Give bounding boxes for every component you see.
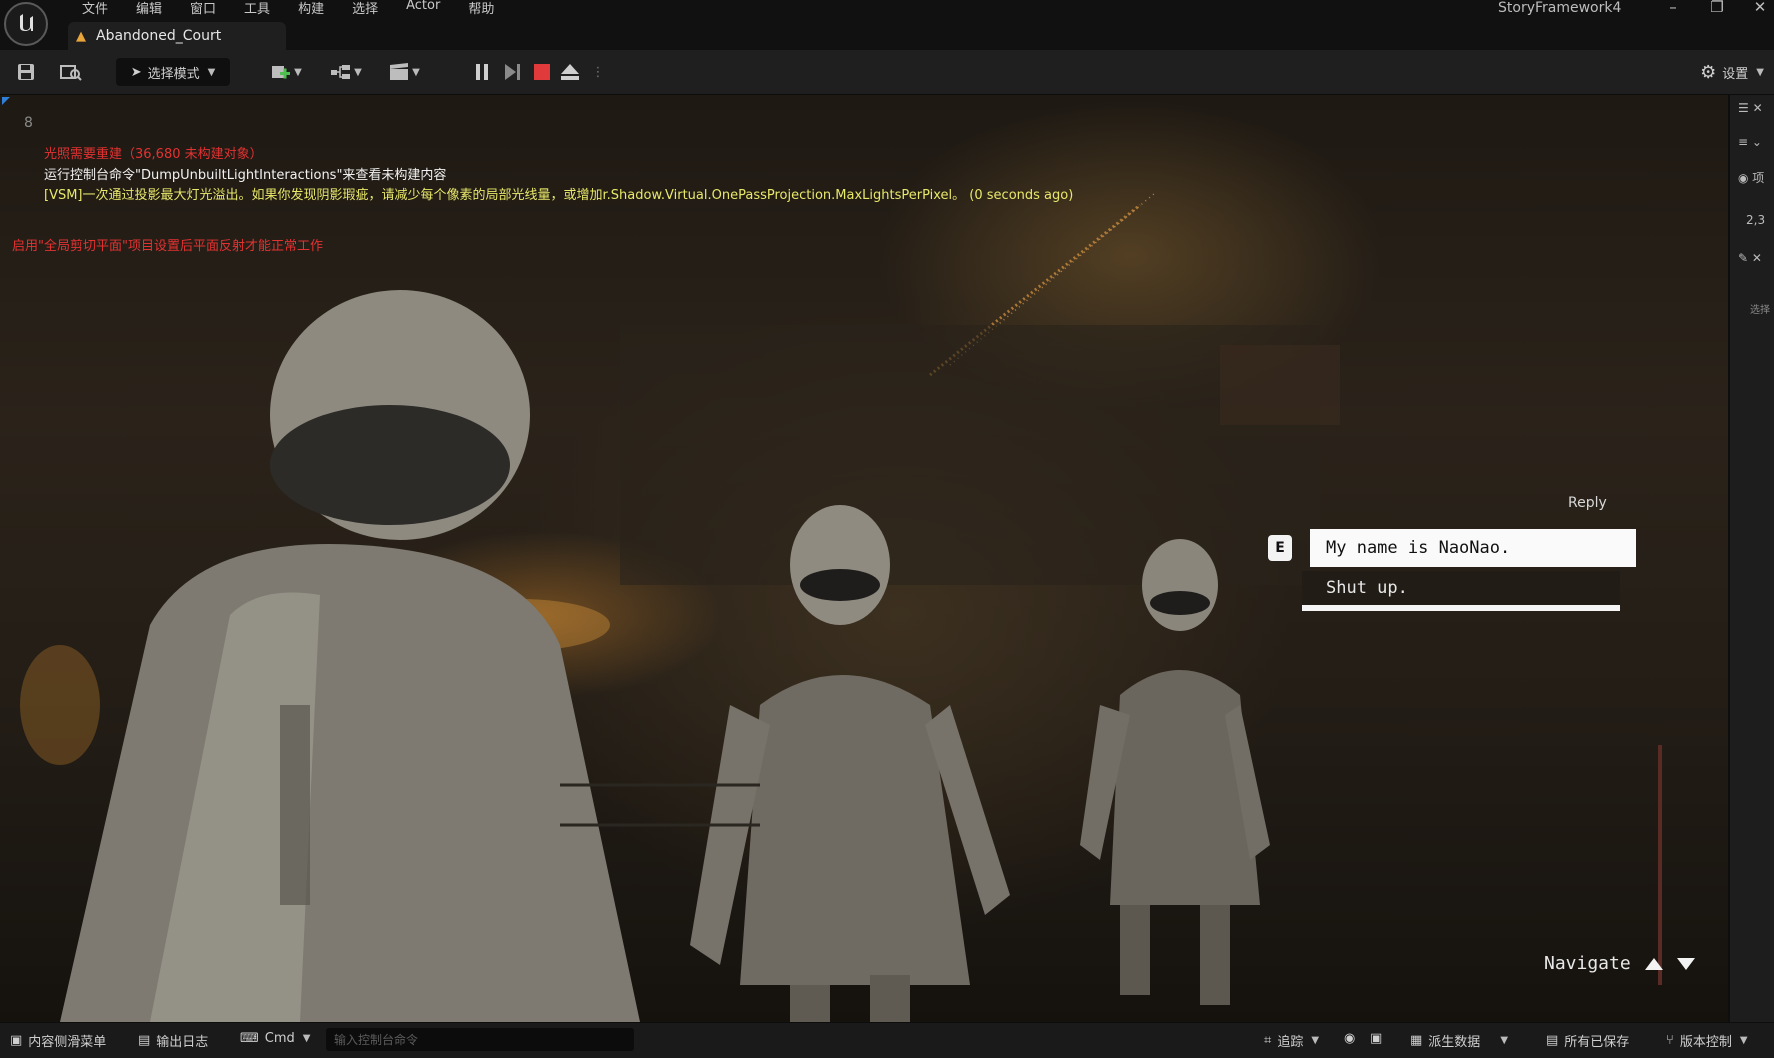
level-tab[interactable]: ▲ Abandoned_Court	[68, 22, 286, 50]
dialog-option[interactable]: Shut up.	[1302, 571, 1620, 611]
viewport-corner-marker	[2, 97, 10, 105]
pause-button[interactable]	[470, 58, 494, 86]
unreal-logo-icon[interactable]	[4, 2, 48, 46]
content-drawer-icon: ▣	[10, 1033, 23, 1048]
chevron-down-icon: ▼	[207, 66, 216, 78]
browse-icon[interactable]	[56, 58, 86, 86]
level-viewport[interactable]: 8 光照需要重建（36,680 未构建对象） 运行控制台命令"DumpUnbui…	[0, 95, 1728, 1022]
outliner-item-label: 项	[1752, 171, 1765, 185]
global-clip-plane-warning: 启用"全局剪切平面"项目设置后平面反射才能正常工作	[12, 239, 323, 254]
select-mode-dropdown[interactable]: ➤ 选择模式 ▼	[116, 58, 230, 86]
eject-button[interactable]	[558, 58, 582, 86]
project-name: StoryFramework4	[1498, 0, 1622, 16]
console-hint-message: 运行控制台命令"DumpUnbuiltLightInteractions"来查看…	[44, 168, 447, 183]
menu-select[interactable]: 选择	[338, 0, 392, 19]
chevron-down-icon: ▼	[354, 66, 362, 78]
add-actor-button[interactable]: ▼	[266, 58, 306, 86]
step-frame-button[interactable]	[500, 58, 524, 86]
data-icon: ▦	[1410, 1033, 1423, 1048]
chevron-down-icon: ▼	[1311, 1035, 1320, 1046]
menu-file[interactable]: 文件	[68, 0, 122, 19]
screenshot-icon[interactable]: ▣	[1370, 1031, 1382, 1046]
all-saved-label: 所有已保存	[1564, 1035, 1630, 1050]
save-icon[interactable]	[12, 58, 40, 86]
arrow-down-icon	[1676, 957, 1695, 970]
main-toolbar: ➤ 选择模式 ▼ ▼ ▼ ▼ ⋮ ⚙ 设置 ▼	[0, 50, 1774, 95]
menu-tools[interactable]: 工具	[230, 0, 284, 19]
trace-dropdown[interactable]: ⌗ 追踪 ▼	[1264, 1031, 1319, 1050]
arrow-up-icon	[1644, 957, 1663, 970]
chevron-down-icon: ▼	[1739, 1035, 1748, 1046]
menu-help[interactable]: 帮助	[454, 0, 508, 19]
more-options-icon[interactable]: ⋮	[590, 58, 606, 86]
chevron-down-icon: ▼	[1756, 66, 1764, 78]
console-command-input[interactable]: 输入控制台命令	[326, 1028, 634, 1051]
chevron-down-icon: ▼	[1500, 1035, 1509, 1046]
robot-figures-graphic	[20, 290, 1662, 1022]
cmd-label: Cmd	[264, 1031, 295, 1046]
chevron-down-icon: ▼	[412, 66, 420, 78]
log-icon: ▤	[138, 1033, 151, 1048]
frame-counter: 8	[24, 115, 33, 131]
level-tab-label: Abandoned_Court	[96, 28, 222, 44]
key-hint-badge: E	[1268, 535, 1292, 561]
level-icon: ▲	[76, 28, 86, 44]
menu-build[interactable]: 构建	[284, 0, 338, 19]
settings-label: 设置	[1722, 66, 1749, 82]
minimize-icon[interactable]: –	[1658, 0, 1688, 16]
branch-icon: ⑂	[1666, 1033, 1674, 1048]
menu-bar: 文件 编辑 窗口 工具 构建 选择 Actor 帮助	[68, 0, 508, 19]
dialog-option-selected[interactable]: My name is NaoNao.	[1310, 529, 1636, 567]
title-bar: 文件 编辑 窗口 工具 构建 选择 Actor 帮助 ▲ Abandoned_C…	[0, 0, 1774, 50]
blueprint-button[interactable]: ▼	[326, 58, 366, 86]
terminal-icon: ⌨	[240, 1031, 259, 1046]
chevron-down-icon: ▼	[302, 1033, 311, 1044]
menu-window[interactable]: 窗口	[176, 0, 230, 19]
trace-label: 追踪	[1277, 1035, 1304, 1050]
content-drawer-button[interactable]: ▣ 内容侧滑菜单	[10, 1031, 106, 1050]
record-icon[interactable]: ◉	[1344, 1031, 1355, 1046]
source-control-label: 版本控制	[1679, 1035, 1732, 1050]
cursor-icon: ➤	[130, 64, 142, 80]
gear-icon: ⚙	[1700, 61, 1717, 83]
lighting-rebuild-warning: 光照需要重建（36,680 未构建对象）	[44, 147, 263, 162]
edit-icon[interactable]: ✎ ✕	[1738, 251, 1762, 265]
outliner-icon[interactable]: ☰ ✕	[1738, 101, 1763, 115]
reply-label: Reply	[1568, 495, 1607, 511]
output-log-button[interactable]: ▤ 输出日志	[138, 1031, 208, 1050]
close-icon[interactable]: ✕	[1745, 0, 1774, 16]
menu-edit[interactable]: 编辑	[122, 0, 176, 19]
filter-icon[interactable]: ≡ ⌄	[1738, 135, 1762, 149]
output-log-label: 输出日志	[156, 1035, 209, 1050]
vsm-warning-message: [VSM]一次通过投影最大灯光溢出。如果你发现阴影瑕疵，请减少每个像素的局部光线…	[44, 188, 1074, 203]
content-drawer-label: 内容侧滑菜单	[28, 1035, 107, 1050]
select-mode-label: 选择模式	[147, 66, 200, 82]
outliner-value: 2,3	[1746, 213, 1766, 227]
cinematics-button[interactable]: ▼	[384, 58, 424, 86]
restore-icon[interactable]: ❐	[1702, 0, 1732, 16]
derived-data-dropdown[interactable]: ▦ 派生数据 ▼	[1410, 1031, 1508, 1050]
details-hint: 选择	[1750, 305, 1770, 316]
status-bar: ▣ 内容侧滑菜单 ▤ 输出日志 ⌨ Cmd ▼ 输入控制台命令 ⌗ 追踪 ▼ ◉…	[0, 1022, 1774, 1058]
stop-button[interactable]	[530, 58, 554, 86]
source-control-dropdown[interactable]: ⑂ 版本控制 ▼	[1666, 1031, 1748, 1050]
details-side-panel: ☰ ✕ ≡ ⌄ ◉ 项 2,3 ✎ ✕ 选择	[1728, 95, 1774, 1022]
derived-data-label: 派生数据	[1428, 1035, 1481, 1050]
navigate-hint: Navigate	[1544, 953, 1695, 974]
visibility-icon[interactable]: ◉ 项	[1738, 169, 1764, 186]
settings-dropdown[interactable]: ⚙ 设置 ▼	[1700, 58, 1764, 86]
menu-actor[interactable]: Actor	[392, 0, 454, 19]
all-saved-button[interactable]: ▤ 所有已保存	[1546, 1031, 1629, 1050]
chevron-down-icon: ▼	[294, 66, 302, 78]
trace-icon: ⌗	[1264, 1033, 1272, 1048]
save-status-icon: ▤	[1546, 1033, 1559, 1048]
cmd-dropdown[interactable]: ⌨ Cmd ▼	[240, 1031, 310, 1046]
navigate-label: Navigate	[1544, 953, 1631, 974]
